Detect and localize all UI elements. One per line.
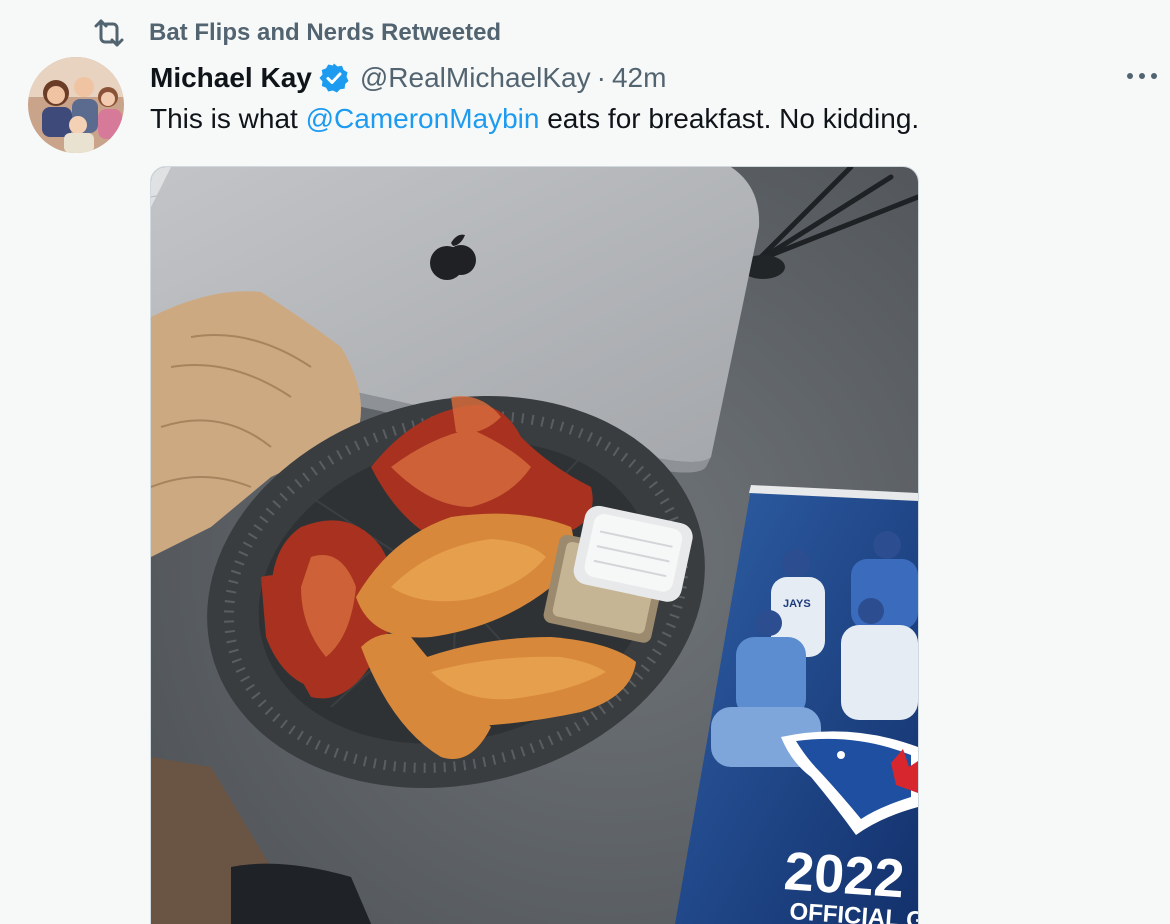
author-name[interactable]: Michael Kay [150,62,312,94]
tweet-text: This is what @CameronMaybin eats for bre… [150,103,919,135]
jersey-text: JAYS [783,598,811,610]
tweet[interactable]: Bat Flips and Nerds Retweeted Michael Ka… [0,0,1170,924]
tweet-photo[interactable]: JAYS 2022 OFFICIAL GUI [150,166,919,924]
retweet-context[interactable]: Bat Flips and Nerds Retweeted [92,18,501,48]
separator-dot: · [596,62,606,93]
timestamp[interactable]: 42m [612,62,666,94]
more-icon[interactable] [1124,64,1160,88]
tweet-text-before: This is what [150,103,306,134]
mention-link[interactable]: @CameronMaybin [306,103,540,134]
verified-badge-icon [318,62,350,94]
author-handle[interactable]: @RealMichaelKay [360,62,591,94]
tweet-header: Michael Kay @RealMichaelKay · 42m [150,58,666,98]
avatar[interactable] [28,57,124,153]
retweet-icon [92,18,126,48]
retweet-label[interactable]: Bat Flips and Nerds Retweeted [149,19,501,47]
tweet-text-after: eats for breakfast. No kidding. [539,103,920,134]
